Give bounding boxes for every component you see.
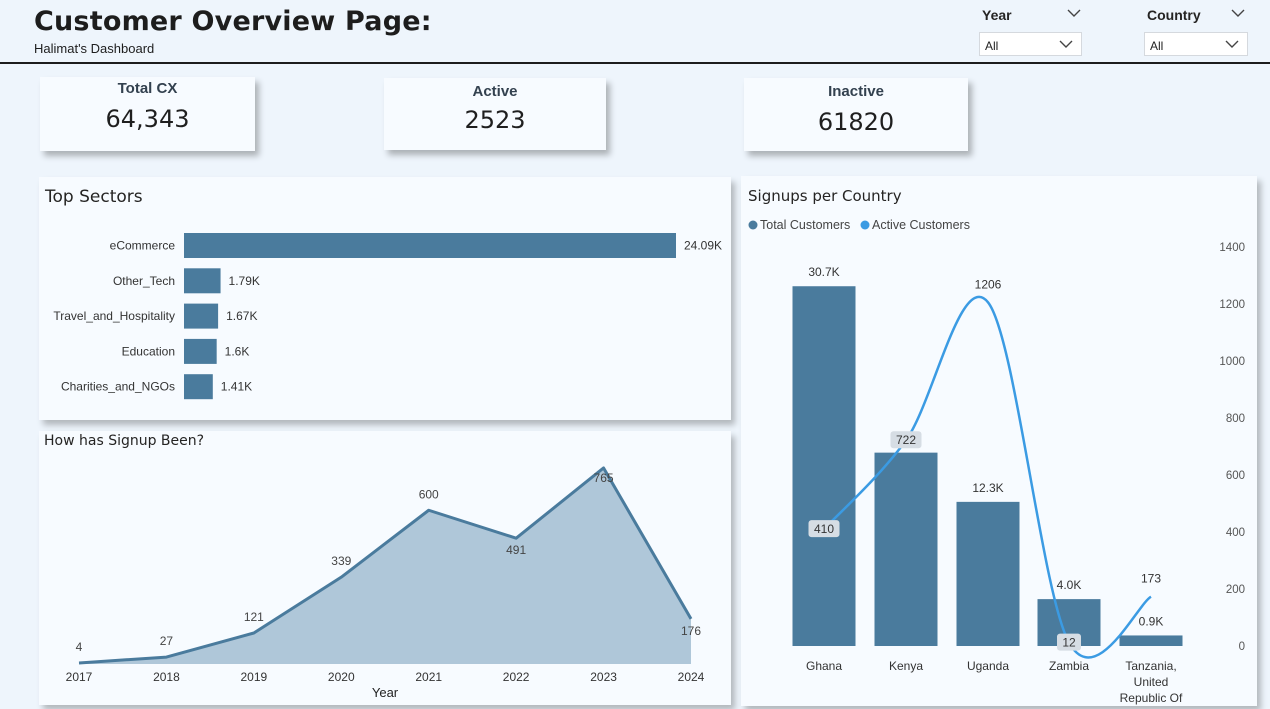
country-signups-panel: Signups per Country Total Customers Activ… bbox=[741, 176, 1257, 706]
data-label: 121 bbox=[244, 610, 264, 624]
y-tick-label: 0 bbox=[1239, 641, 1245, 653]
kpi-value: 61820 bbox=[817, 108, 895, 136]
legend-marker bbox=[748, 220, 758, 230]
data-label: 12.3K bbox=[972, 481, 1003, 495]
data-label: 4.0K bbox=[1057, 578, 1082, 592]
kpi-value: 2523 bbox=[464, 106, 526, 134]
x-tick-label: 2024 bbox=[678, 670, 705, 684]
data-label: 1.79K bbox=[229, 274, 260, 288]
y-tick-label: 400 bbox=[1226, 527, 1245, 539]
kpi-label: Active bbox=[472, 83, 518, 100]
legend-label: Active Customers bbox=[872, 218, 970, 232]
y-tick-label: 1200 bbox=[1219, 299, 1245, 311]
data-label: 24.09K bbox=[684, 239, 722, 253]
line-data-label: 1206 bbox=[975, 277, 1002, 291]
x-tick-label: Ghana bbox=[806, 659, 842, 673]
x-tick-label: 2021 bbox=[415, 670, 442, 684]
signup-trend-panel: How has Signup Been? 4 2017 27 2018 121 2019 3… bbox=[39, 431, 731, 705]
data-label: 600 bbox=[419, 487, 439, 501]
category-label: Travel_and_Hospitality bbox=[53, 309, 175, 323]
year-filter-dropdown[interactable]: All bbox=[979, 32, 1082, 56]
year-filter-label: Year bbox=[982, 7, 1012, 23]
country-filter-dropdown[interactable]: All bbox=[1144, 32, 1248, 56]
bar bbox=[874, 452, 938, 646]
data-label: 491 bbox=[506, 543, 526, 557]
x-tick-label: 2023 bbox=[590, 670, 617, 684]
data-label: 1.6K bbox=[225, 344, 250, 358]
kpi-card-total-cx: Total CX 64,343 bbox=[40, 77, 255, 151]
line-data-label: 173 bbox=[1141, 572, 1161, 586]
kpi-label: Total CX bbox=[117, 80, 178, 97]
bar bbox=[1119, 635, 1183, 646]
data-label: 1.67K bbox=[226, 309, 257, 323]
y-tick-label: 1000 bbox=[1219, 356, 1245, 368]
category-label: Education bbox=[122, 344, 175, 358]
top-sectors-panel: Top Sectors eCommerce 24.09K Other_Tech 1.7… bbox=[39, 177, 731, 420]
x-tick-label: Kenya bbox=[889, 659, 923, 673]
y-tick-label: 1400 bbox=[1219, 242, 1245, 254]
category-label: Charities_and_NGOs bbox=[61, 380, 175, 394]
x-tick-label: 2019 bbox=[241, 670, 268, 684]
x-tick-label: Uganda bbox=[967, 659, 1009, 673]
header: Customer Overview Page: Halimat's Dashbo… bbox=[0, 0, 1270, 64]
y-tick-label: 600 bbox=[1226, 470, 1245, 482]
data-label: 1.41K bbox=[221, 380, 252, 394]
year-header-chevron-icon[interactable] bbox=[1067, 8, 1081, 18]
country-combo-chart: Total Customers Active Customers 0 200 400 60… bbox=[748, 218, 1245, 705]
data-label: 765 bbox=[594, 471, 614, 485]
kpi-label: Inactive bbox=[828, 83, 884, 100]
country-filter-value: All bbox=[1150, 39, 1164, 53]
line-data-label: 410 bbox=[814, 522, 834, 536]
data-label: 4 bbox=[76, 640, 83, 654]
page-subtitle: Halimat's Dashboard bbox=[34, 41, 155, 56]
country-header-chevron-icon[interactable] bbox=[1231, 8, 1245, 18]
x-tick-label: 2020 bbox=[328, 670, 355, 684]
bar bbox=[184, 233, 676, 258]
y-tick-label: 200 bbox=[1226, 584, 1245, 596]
chevron-down-icon bbox=[1225, 40, 1239, 48]
bar bbox=[184, 374, 213, 400]
year-filter-value: All bbox=[985, 39, 999, 53]
x-tick-label: Zambia bbox=[1049, 659, 1089, 673]
data-label: 30.7K bbox=[808, 265, 839, 279]
data-label: 27 bbox=[160, 634, 174, 648]
x-axis-title: Year bbox=[372, 685, 399, 700]
x-tick-label: Tanzania, United Republic Of bbox=[1120, 659, 1183, 705]
category-label: eCommerce bbox=[110, 239, 176, 253]
line-data-label: 12 bbox=[1062, 636, 1076, 650]
bar bbox=[956, 501, 1020, 646]
legend-marker bbox=[860, 220, 870, 230]
page-title: Customer Overview Page: bbox=[34, 6, 432, 37]
bar bbox=[184, 268, 221, 294]
x-tick-label: 2022 bbox=[503, 670, 530, 684]
data-label: 0.9K bbox=[1139, 614, 1164, 628]
top-sectors-chart: eCommerce 24.09K Other_Tech 1.79K Travel_and… bbox=[53, 233, 722, 400]
legend-label: Total Customers bbox=[760, 218, 850, 232]
category-label: Other_Tech bbox=[113, 274, 175, 288]
data-label: 339 bbox=[331, 554, 351, 568]
bar bbox=[184, 338, 217, 364]
x-tick-label: 2018 bbox=[153, 670, 180, 684]
x-tick-label: 2017 bbox=[66, 670, 93, 684]
signup-area-chart: 4 2017 27 2018 121 2019 339 2020 600 2021 491 2022 7… bbox=[66, 466, 705, 700]
kpi-value: 64,343 bbox=[105, 105, 190, 133]
data-label: 176 bbox=[681, 624, 701, 638]
line-data-label: 722 bbox=[896, 433, 916, 447]
chevron-down-icon bbox=[1059, 40, 1073, 48]
bar bbox=[184, 303, 219, 329]
kpi-card-inactive: Inactive 61820 bbox=[744, 78, 968, 151]
kpi-card-active: Active 2523 bbox=[384, 78, 606, 150]
bar bbox=[792, 286, 856, 646]
country-filter-label: Country bbox=[1147, 7, 1201, 23]
y-tick-label: 800 bbox=[1226, 413, 1245, 425]
